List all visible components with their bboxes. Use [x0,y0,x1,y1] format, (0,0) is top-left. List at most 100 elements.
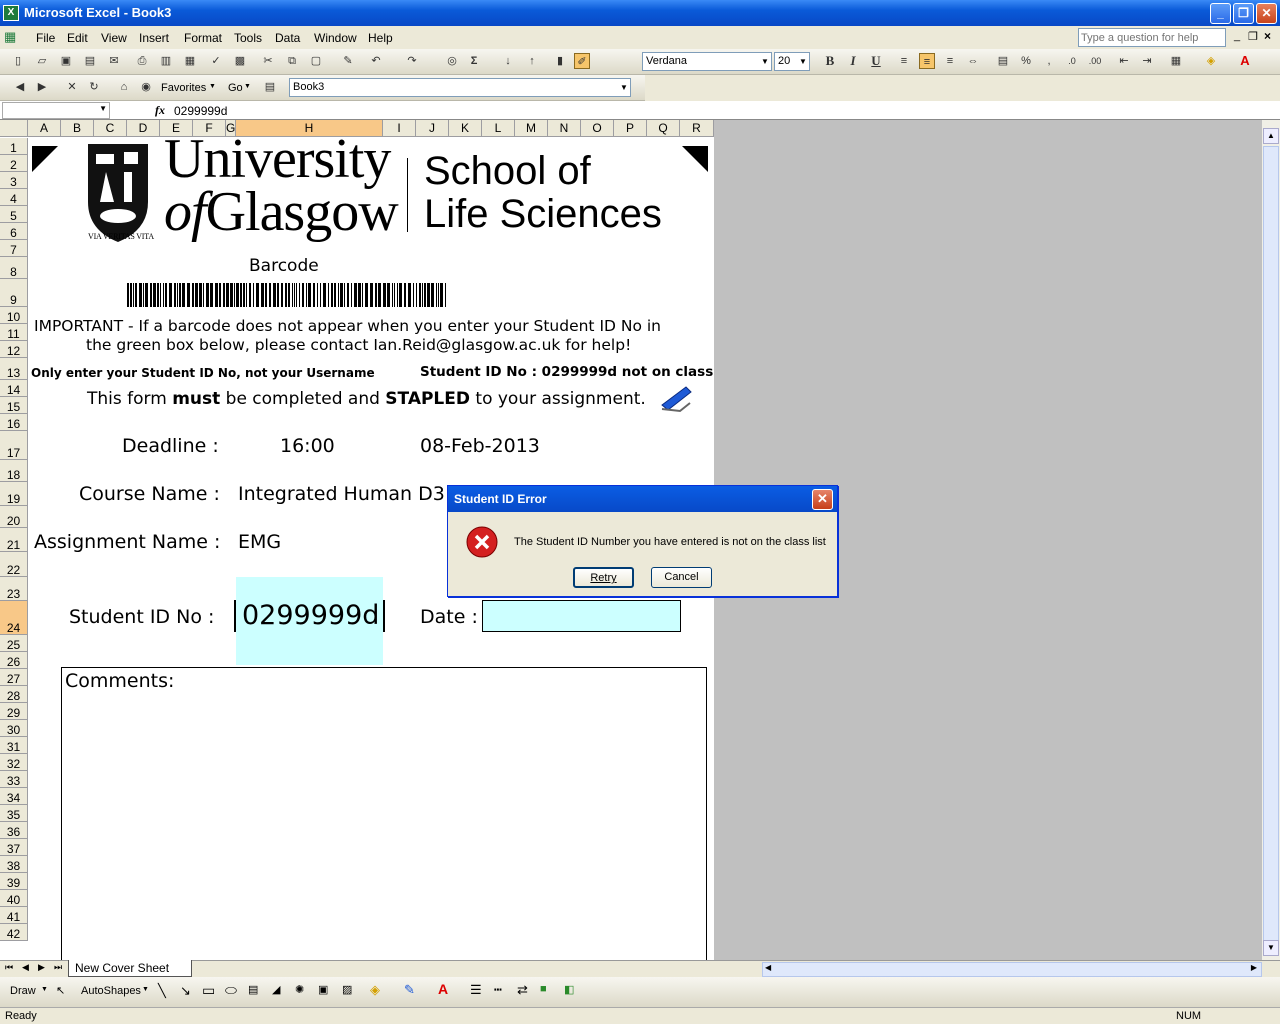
merge-center-icon[interactable]: ⇔ [965,53,981,69]
retry-button[interactable]: Retry [573,567,634,588]
fill-color-icon[interactable]: ◈ [370,982,380,998]
copy-icon[interactable]: ⧉ [284,53,300,69]
row-header[interactable]: 10 [0,307,28,324]
row-header[interactable]: 21 [0,528,28,552]
drawing-icon[interactable]: ✐ [574,53,590,69]
chart-wizard-icon[interactable]: ▮ [552,53,568,69]
new-icon[interactable]: ▯ [10,53,26,69]
horizontal-scrollbar[interactable]: ◀ ▶ [762,962,1262,977]
row-header[interactable]: 31 [0,737,28,754]
row-header[interactable]: 6 [0,223,28,240]
menu-data[interactable]: Data [275,31,300,45]
doc-close-icon[interactable]: × [1264,29,1271,43]
row-header[interactable]: 24 [0,601,28,635]
row-header[interactable]: 13 [0,358,28,380]
column-header[interactable]: R [680,120,714,137]
scroll-thumb[interactable] [1263,146,1279,946]
research-book-icon[interactable]: ▩ [232,53,248,69]
close-button[interactable]: ✕ [1256,3,1277,24]
increase-decimal-icon[interactable]: .0 [1064,53,1080,69]
column-header[interactable]: A [28,120,61,137]
dash-style-icon[interactable]: ┅ [494,982,502,998]
sort-ascending-icon[interactable]: ↓ [500,53,516,69]
diagram-icon[interactable]: ✺ [295,983,304,996]
column-header[interactable]: B [61,120,94,137]
doc-icon[interactable]: ▦ [4,29,16,45]
spelling-icon[interactable]: ✓ [208,53,224,69]
doc-restore-icon[interactable]: ❐ [1248,30,1258,43]
chevron-down-icon[interactable]: ▼ [41,986,48,993]
row-header[interactable]: 42 [0,924,28,941]
row-header[interactable]: 20 [0,506,28,528]
chevron-down-icon[interactable]: ▼ [797,53,809,70]
decrease-indent-icon[interactable]: ⇤ [1116,53,1132,69]
email-icon[interactable]: ✉ [106,53,122,69]
align-left-icon[interactable]: ≡ [896,53,912,69]
chevron-down-icon[interactable]: ▼ [99,104,107,113]
column-header[interactable]: M [515,120,548,137]
align-center-icon[interactable]: ≡ [919,53,935,69]
row-header[interactable]: 23 [0,577,28,601]
row-header[interactable]: 27 [0,669,28,686]
row-header[interactable]: 16 [0,414,28,431]
research-icon[interactable]: ▦ [182,53,198,69]
line-icon[interactable]: ╲ [158,983,166,999]
row-header[interactable]: 9 [0,279,28,307]
row-header[interactable]: 2 [0,155,28,172]
clipart-icon[interactable]: ▣ [318,983,328,996]
cancel-button[interactable]: Cancel [651,567,712,588]
font-size-combo[interactable]: 20 ▼ [774,52,810,71]
scroll-right-icon[interactable]: ▶ [1251,963,1257,972]
rectangle-icon[interactable]: ▭ [202,982,215,999]
row-header[interactable]: 18 [0,460,28,482]
arrow-icon[interactable]: ↘ [180,983,191,999]
scroll-left-icon[interactable]: ◀ [765,963,771,972]
tab-first-icon[interactable]: ⏮ [5,962,13,973]
doc-minimize-icon[interactable]: _ [1234,30,1240,42]
refresh-icon[interactable]: ↻ [86,79,102,95]
chevron-down-icon[interactable]: ▼ [618,79,630,96]
go-button[interactable]: Go [228,82,243,94]
address-combo[interactable]: Book3 ▼ [289,78,631,97]
font-color-icon[interactable]: A [1237,53,1253,69]
open-icon[interactable]: ▱ [34,53,50,69]
wordart-icon[interactable]: ◢ [272,983,280,996]
column-header[interactable]: C [94,120,127,137]
column-header[interactable]: J [416,120,449,137]
line-style-icon[interactable]: ☰ [470,982,482,998]
save-icon[interactable]: ▣ [58,53,74,69]
row-header[interactable]: 39 [0,873,28,890]
autoshapes-menu[interactable]: AutoShapes [81,985,141,997]
home-icon[interactable]: ⌂ [116,79,132,95]
menu-tools[interactable]: Tools [234,31,262,45]
help-search-input[interactable] [1078,28,1226,47]
underline-button[interactable]: U [868,53,884,69]
draw-menu[interactable]: Draw [10,985,36,997]
row-header[interactable]: 3 [0,172,28,189]
row-header[interactable]: 11 [0,324,28,341]
row-header[interactable]: 40 [0,890,28,907]
column-header[interactable]: N [548,120,581,137]
vertical-scrollbar[interactable]: ▲ ▼ [1262,120,1280,960]
row-header[interactable]: 22 [0,552,28,577]
row-header[interactable]: 35 [0,805,28,822]
decrease-decimal-icon[interactable]: .00 [1087,53,1103,69]
autosum-icon[interactable]: Σ [466,53,482,69]
row-header[interactable]: 36 [0,822,28,839]
redo-icon[interactable]: ↷ [404,53,420,69]
column-header[interactable]: Q [647,120,680,137]
bold-button[interactable]: B [822,53,838,69]
row-header[interactable]: 17 [0,431,28,460]
column-header[interactable]: K [449,120,482,137]
column-header[interactable]: O [581,120,614,137]
borders-icon[interactable]: ▦ [1168,53,1184,69]
row-header[interactable]: 28 [0,686,28,703]
oval-icon[interactable]: ⬭ [225,982,237,999]
row-header[interactable]: 33 [0,771,28,788]
column-header[interactable]: D [127,120,160,137]
permission-icon[interactable]: ▤ [82,53,98,69]
menu-window[interactable]: Window [314,31,357,45]
row-header[interactable]: 12 [0,341,28,358]
show-only-web-icon[interactable]: ▤ [262,79,278,95]
scroll-up-icon[interactable]: ▲ [1263,128,1279,144]
